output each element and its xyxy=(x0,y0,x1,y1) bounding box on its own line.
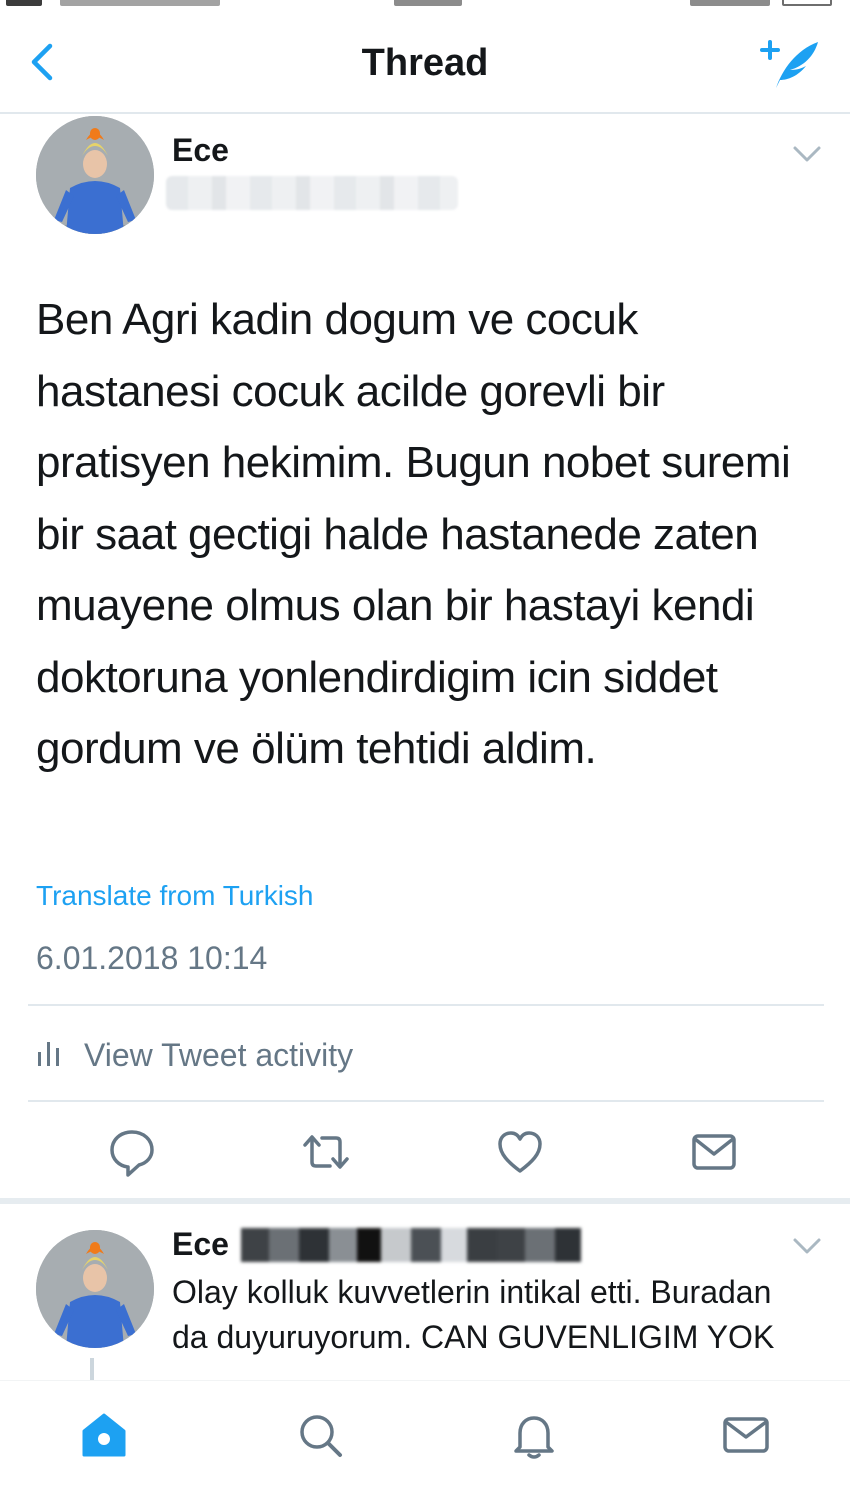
bell-icon[interactable] xyxy=(508,1409,560,1461)
status-bar xyxy=(0,0,850,12)
bar-chart-icon xyxy=(36,1038,62,1073)
view-tweet-activity-label: View Tweet activity xyxy=(84,1036,354,1073)
tweet-actions xyxy=(0,1126,850,1186)
avatar[interactable] xyxy=(36,116,154,234)
bottom-tab-bar xyxy=(0,1380,850,1487)
search-icon[interactable] xyxy=(294,1409,346,1461)
avatar[interactable] xyxy=(36,1230,154,1348)
reply-text: Olay kolluk kuvvetlerin intikal etti. Bu… xyxy=(172,1274,775,1355)
author-handle-blurred xyxy=(166,176,458,210)
chevron-down-icon[interactable] xyxy=(792,1236,822,1256)
reply-author-row: Ece xyxy=(172,1226,581,1263)
author-name[interactable]: Ece xyxy=(172,1226,229,1263)
envelope-icon[interactable] xyxy=(720,1409,772,1461)
envelope-icon[interactable] xyxy=(688,1126,740,1178)
page-title: Thread xyxy=(361,42,489,84)
tweet-timestamp: 6.01.2018 10:14 xyxy=(36,940,268,976)
home-icon[interactable] xyxy=(78,1409,130,1461)
thread-connector-line xyxy=(90,1358,94,1380)
reply-tweet[interactable]: Ece Olay kolluk kuvvetlerin intikal etti… xyxy=(0,1204,850,1380)
translate-link[interactable]: Translate from Turkish xyxy=(36,880,313,912)
tweet-text: Ben Agri kadin dogum ve cocuk hastanesi … xyxy=(36,295,791,773)
author-name[interactable]: Ece xyxy=(172,132,229,169)
retweet-icon[interactable] xyxy=(300,1126,352,1178)
divider xyxy=(28,1100,824,1102)
compose-tweet-icon[interactable] xyxy=(758,36,822,92)
heart-icon[interactable] xyxy=(494,1126,546,1178)
navigation-bar: Thread xyxy=(0,12,850,114)
view-tweet-activity-link[interactable]: View Tweet activity xyxy=(36,1032,353,1078)
divider xyxy=(28,1004,824,1006)
author-handle-blurred xyxy=(240,1227,581,1262)
reply-bubble-icon[interactable] xyxy=(106,1126,158,1178)
chevron-down-icon[interactable] xyxy=(792,144,822,164)
